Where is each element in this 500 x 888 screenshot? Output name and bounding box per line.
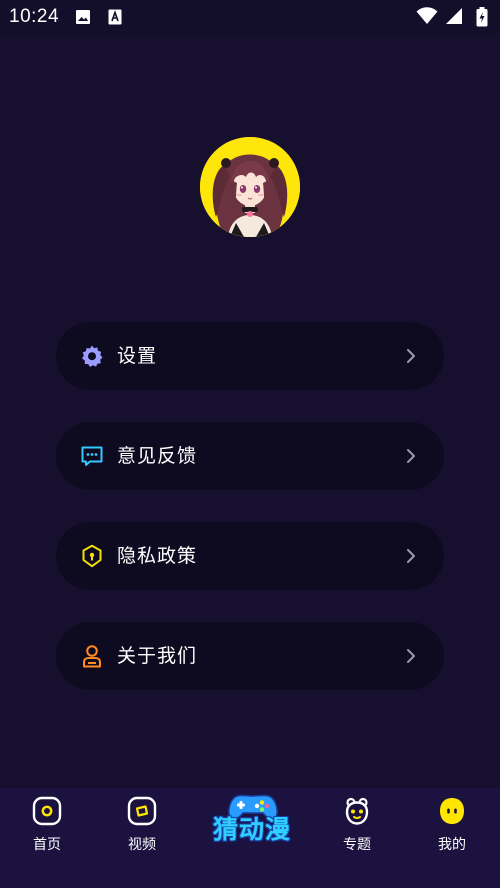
avatar[interactable] bbox=[200, 137, 300, 237]
menu-item-label: 隐私政策 bbox=[117, 545, 198, 567]
chevron-right-icon bbox=[407, 449, 415, 463]
settings-menu: 设置 意见反馈 隐私政策 关于我们 bbox=[56, 322, 444, 722]
menu-item-label: 设置 bbox=[117, 345, 158, 367]
chevron-right-icon bbox=[407, 649, 415, 663]
status-time: 10:24 bbox=[9, 6, 60, 27]
tab-home[interactable]: 首页 bbox=[17, 796, 77, 856]
tab-label: 视频 bbox=[128, 837, 156, 853]
signal-icon bbox=[445, 8, 462, 24]
tab-label: 专题 bbox=[343, 837, 371, 853]
menu-item-about[interactable]: 关于我们 bbox=[56, 622, 444, 690]
image-icon bbox=[76, 10, 90, 24]
tab-video[interactable]: 视频 bbox=[112, 796, 172, 856]
avatar-anime-girl bbox=[200, 137, 300, 237]
menu-item-feedback[interactable]: 意见反馈 bbox=[56, 422, 444, 490]
tab-mine[interactable]: 我的 bbox=[422, 796, 482, 856]
menu-item-settings[interactable]: 设置 bbox=[56, 322, 444, 390]
tab-guess-anime[interactable]: 猜动漫 bbox=[200, 794, 304, 854]
menu-item-privacy[interactable]: 隐私政策 bbox=[56, 522, 444, 590]
mine-icon bbox=[440, 798, 464, 824]
status-bar: 10:24 bbox=[0, 0, 500, 34]
tab-label: 我的 bbox=[438, 837, 466, 853]
topic-icon bbox=[345, 797, 369, 825]
tab-topic[interactable]: 专题 bbox=[327, 796, 387, 856]
video-icon bbox=[127, 796, 157, 826]
gear-icon bbox=[82, 345, 103, 367]
status-left-icons bbox=[75, 9, 122, 28]
wifi-icon bbox=[416, 7, 438, 24]
tab-label: 猜动漫 bbox=[212, 815, 291, 844]
status-right-icons bbox=[416, 7, 488, 27]
battery-icon bbox=[476, 7, 488, 27]
chevron-right-icon bbox=[407, 349, 415, 363]
menu-item-label: 意见反馈 bbox=[117, 445, 198, 467]
chat-bubble-icon bbox=[81, 446, 103, 466]
tab-label: 首页 bbox=[33, 837, 61, 853]
person-icon bbox=[83, 645, 101, 668]
text-a-icon bbox=[108, 9, 122, 25]
home-icon bbox=[32, 796, 62, 826]
menu-item-label: 关于我们 bbox=[117, 645, 198, 667]
chevron-right-icon bbox=[407, 549, 415, 563]
shield-icon bbox=[82, 544, 102, 568]
